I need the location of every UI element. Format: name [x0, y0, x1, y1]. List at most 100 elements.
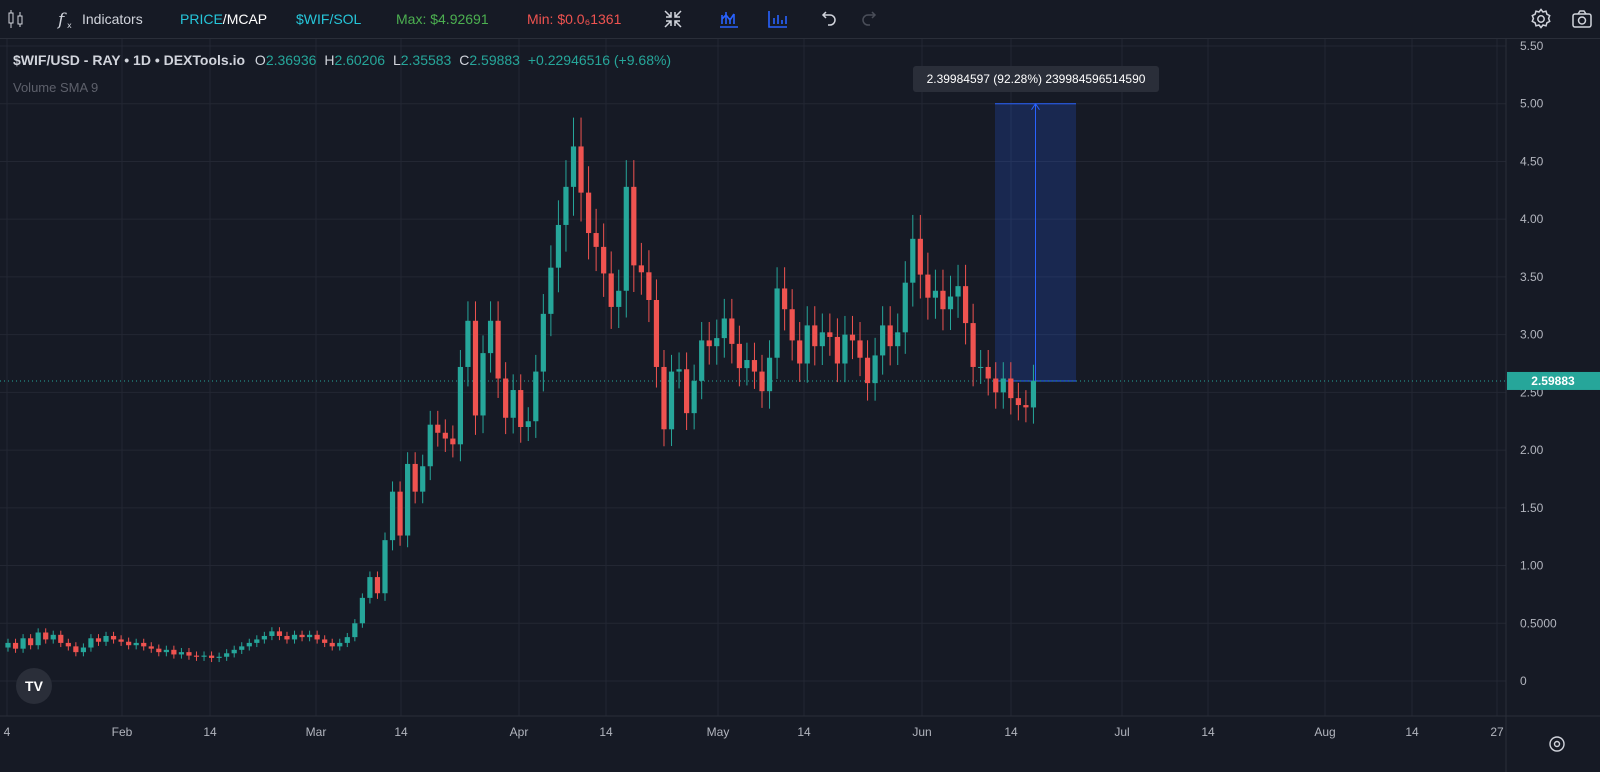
candle-body	[744, 360, 750, 369]
candle-body	[80, 647, 86, 653]
candle-body	[736, 343, 742, 369]
candle-body	[43, 632, 49, 640]
candle-body	[322, 639, 328, 643]
candle-body	[457, 366, 463, 445]
candle-body	[442, 432, 448, 439]
candle-body	[940, 290, 946, 310]
candle-body	[932, 290, 939, 298]
candle-body	[487, 320, 494, 354]
tradingview-logo[interactable]: TV	[16, 668, 52, 704]
candle-body	[35, 632, 41, 646]
candle-body	[193, 655, 200, 657]
collapse-icon[interactable]	[661, 7, 685, 31]
candle-body	[1015, 398, 1021, 406]
candle-body	[947, 296, 954, 310]
candle-body	[955, 286, 961, 297]
candle-body	[533, 371, 539, 422]
candle-body	[978, 366, 984, 368]
candle-body	[367, 577, 373, 598]
y-tick-label: 4.50	[1520, 154, 1544, 168]
candle-body	[352, 623, 358, 638]
x-tick-label: 14	[797, 725, 811, 739]
candle-body	[623, 186, 629, 291]
candle-body	[540, 313, 546, 372]
candle-body	[842, 334, 848, 364]
candle-body	[1000, 378, 1006, 393]
undo-icon[interactable]	[815, 7, 839, 31]
pair-toggle[interactable]: $WIF/SOL	[296, 0, 361, 38]
candle-body	[631, 186, 637, 266]
candle-body	[382, 540, 388, 594]
chart-background	[0, 0, 1600, 772]
close-value: 2.59883	[469, 52, 520, 68]
high-label: H	[324, 52, 335, 68]
candle-body	[563, 186, 569, 225]
chart-type-icon[interactable]	[717, 7, 741, 31]
measure-label: 2.39984597 (92.28%) 239984596514590	[927, 72, 1146, 86]
top-toolbar: fx Indicators PRICE/MCAP $WIF/SOL Max: $…	[0, 0, 1600, 39]
candle-body	[299, 634, 305, 638]
candle-body	[518, 390, 524, 427]
candle-body	[427, 424, 433, 467]
camera-icon[interactable]	[1570, 7, 1594, 31]
candle-body	[699, 340, 705, 381]
candle-body	[95, 638, 102, 642]
candle-body	[261, 635, 267, 640]
candle-body	[608, 273, 614, 307]
candle-body	[925, 274, 931, 298]
candle-body	[389, 491, 396, 541]
candles-icon[interactable]	[4, 7, 28, 31]
fx-icon[interactable]: fx	[54, 7, 78, 31]
candle-body	[691, 380, 697, 414]
candle-body	[20, 638, 26, 649]
change-value: +0.22946516 (+9.68%)	[527, 52, 672, 68]
candle-body	[729, 318, 735, 344]
candle-body	[782, 288, 788, 310]
bars-icon[interactable]	[766, 7, 790, 31]
candle-body	[834, 336, 840, 364]
candle-body	[156, 648, 162, 653]
symbol-label[interactable]: $WIF/USD - RAY • 1D • DEXTools.io	[13, 52, 245, 68]
candle-body	[186, 652, 192, 656]
candle-body	[585, 192, 592, 234]
low-label: L	[392, 52, 401, 68]
price-mcap-toggle[interactable]: PRICE/MCAP	[180, 0, 267, 38]
last-price-label: 2.59883	[1531, 374, 1575, 388]
x-tick-label: Jun	[912, 725, 931, 739]
candle-body	[864, 357, 871, 384]
candle-body	[465, 320, 471, 367]
y-tick-label: 0	[1520, 674, 1527, 688]
candle-body	[359, 597, 365, 624]
max-price-label: Max: $4.92691	[396, 11, 489, 27]
candle-body	[495, 320, 501, 379]
price-option[interactable]: PRICE	[180, 11, 223, 27]
candle-body	[849, 334, 856, 341]
volume-sma-label[interactable]: Volume SMA 9	[13, 80, 98, 95]
candle-body	[103, 635, 109, 642]
candle-body	[872, 355, 878, 384]
candle-body	[231, 649, 237, 654]
candle-body	[269, 631, 275, 636]
settings-icon[interactable]	[1529, 7, 1553, 31]
candle-body	[50, 634, 56, 640]
candle-body	[344, 637, 350, 643]
candle-body	[1030, 380, 1037, 408]
candle-body	[472, 320, 479, 416]
mcap-option[interactable]: MCAP	[227, 11, 267, 27]
chart-legend: $WIF/USD - RAY • 1D • DEXTools.io O2.369…	[13, 52, 671, 68]
y-tick-label: 2.00	[1520, 443, 1544, 457]
svg-text:x: x	[67, 21, 72, 30]
y-tick-label: 4.00	[1520, 212, 1544, 226]
price-chart[interactable]: 5.505.004.504.003.503.002.502.001.501.00…	[0, 0, 1600, 772]
candle-body	[638, 265, 644, 273]
candle-body	[110, 635, 117, 640]
indicators-button[interactable]: Indicators	[82, 0, 143, 38]
candle-body	[759, 371, 765, 392]
candle-body	[962, 286, 969, 324]
x-tick-label: 14	[394, 725, 408, 739]
candle-body	[570, 146, 577, 187]
candle-body	[661, 366, 667, 430]
candle-body	[721, 318, 727, 339]
x-tick-label: 27	[1490, 725, 1504, 739]
candle-body	[5, 642, 11, 648]
